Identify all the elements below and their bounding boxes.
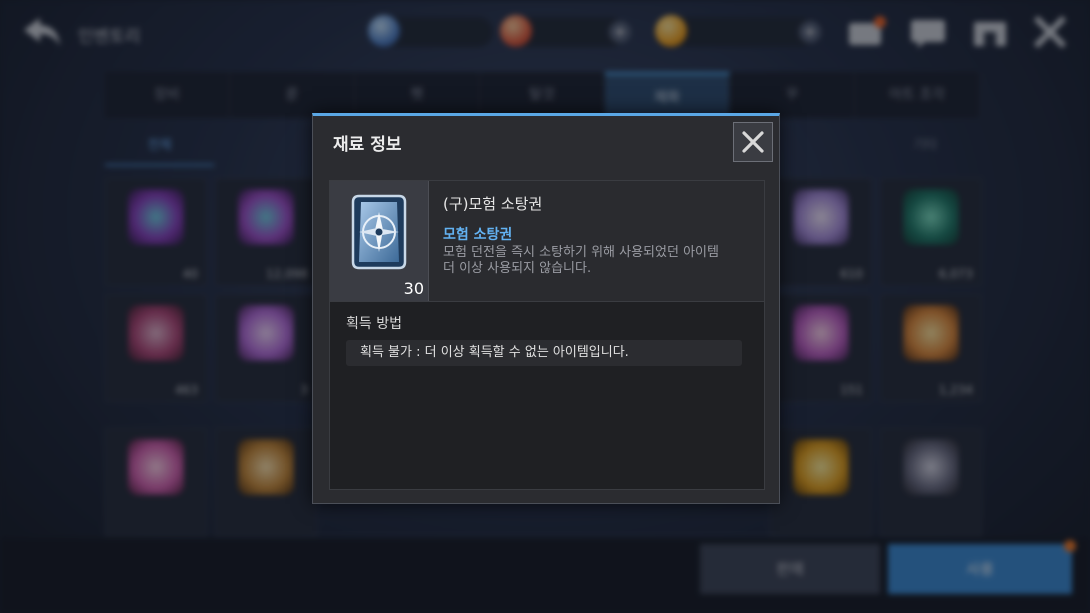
dialog-title: 재료 정보	[333, 135, 402, 155]
close-icon	[742, 131, 764, 153]
item-slot: 30	[330, 181, 429, 301]
close-button[interactable]	[733, 122, 773, 162]
item-category: 모험 소탕권	[443, 227, 513, 243]
compass-ticket-icon	[351, 194, 407, 270]
item-header: 30 (구)모험 소탕권 모험 소탕권 모험 던전을 즉시 소탕하기 위해 사용…	[330, 181, 764, 302]
item-name: (구)모험 소탕권	[443, 195, 543, 213]
acquire-method-row: 획득 불가 : 더 이상 획득할 수 없는 아이템입니다.	[346, 340, 742, 366]
item-count: 30	[403, 279, 424, 298]
dialog-body: 30 (구)모험 소탕권 모험 소탕권 모험 던전을 즉시 소탕하기 위해 사용…	[329, 180, 765, 490]
item-description: 모험 던전을 즉시 소탕하기 위해 사용되었던 아이템 더 이상 사용되지 않습…	[443, 245, 719, 276]
acquire-method-label: 획득 방법	[346, 316, 402, 332]
material-info-dialog: 재료 정보 30 (구)모험 소탕권 모험 소탕권 모험 던전을 즉시 소탕하기…	[312, 113, 780, 504]
